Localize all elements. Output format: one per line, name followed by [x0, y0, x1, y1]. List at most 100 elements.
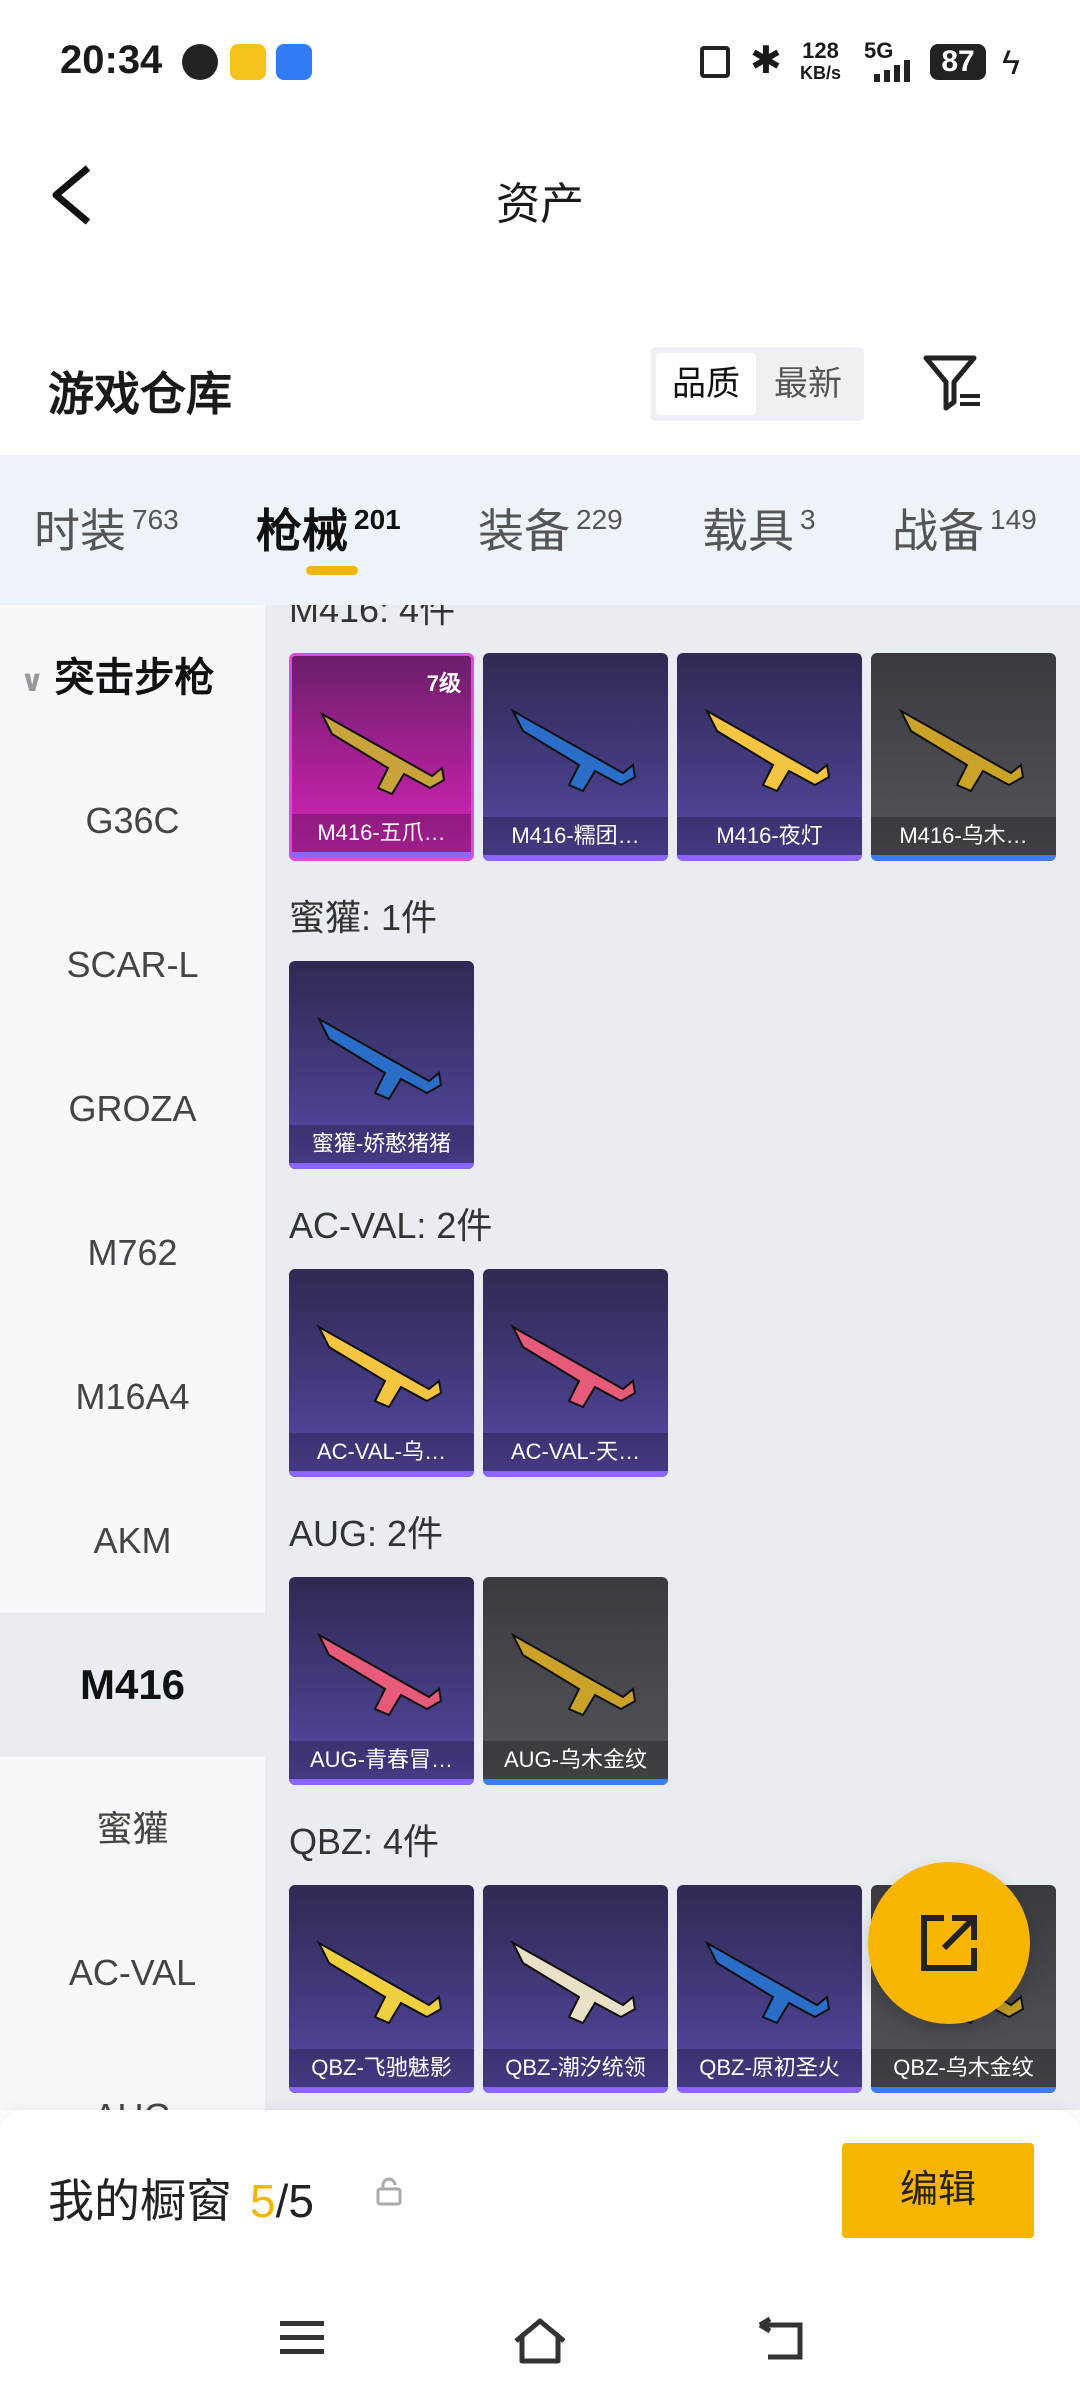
sort-latest-button[interactable]: 最新 — [758, 353, 858, 415]
rifle-icon — [510, 1324, 637, 1409]
weapon-name: QBZ-飞驰魅影 — [289, 2049, 474, 2087]
filter-icon[interactable] — [920, 350, 984, 414]
weapon-card[interactable]: M416-糯团… — [483, 653, 668, 861]
weapon-card[interactable]: AC-VAL-天… — [483, 1269, 668, 1477]
net-speed-unit: KB/s — [800, 63, 842, 83]
group-title: QBZ: 4件 — [289, 1821, 440, 1862]
tab-equipment[interactable]: 装备 229 — [478, 495, 623, 561]
rifle-icon — [704, 1940, 831, 2025]
group-title: AC-VAL: 2件 — [289, 1205, 493, 1246]
sidebar-item-groza[interactable]: GROZA — [0, 1037, 265, 1181]
sidebar-item-aug[interactable]: AUG — [0, 2045, 265, 2110]
weapon-card[interactable]: QBZ-飞驰魅影 — [289, 1885, 474, 2093]
weapon-name: QBZ-原初圣火 — [677, 2049, 862, 2087]
rarity-bar — [483, 1779, 668, 1785]
rarity-bar — [483, 2087, 668, 2093]
sidebar-item-m416[interactable]: M416 — [0, 1613, 265, 1757]
sidebar-item-akm[interactable]: AKM — [0, 1469, 265, 1613]
rifle-icon — [510, 1940, 637, 2025]
weapon-card[interactable]: QBZ-潮汐统领 — [483, 1885, 668, 2093]
page-title: 资产 — [496, 180, 584, 229]
sidebar-item-g36c[interactable]: G36C — [0, 749, 265, 893]
showcase-current: 5 — [250, 2175, 276, 2227]
home-icon[interactable] — [510, 2317, 570, 2365]
sidebar-item-ac-val[interactable]: AC-VAL — [0, 1901, 265, 2045]
weapon-card[interactable]: M416-夜灯 — [677, 653, 862, 861]
weapon-name: AC-VAL-乌… — [289, 1433, 474, 1471]
section-title: 游戏仓库 — [48, 368, 232, 420]
weapon-card[interactable]: AUG-青春冒… — [289, 1577, 474, 1785]
back-nav-icon[interactable] — [754, 2317, 806, 2361]
clock: 20:34 — [60, 38, 163, 82]
net-speed-value: 128 — [802, 38, 839, 63]
tab-vehicles[interactable]: 载具 3 — [702, 495, 816, 561]
weapon-card[interactable]: AC-VAL-乌… — [289, 1269, 474, 1477]
sort-quality-button[interactable]: 品质 — [656, 353, 756, 415]
signal-broadcast-icon — [276, 44, 312, 80]
share-fab[interactable] — [868, 1862, 1030, 2024]
lock-icon — [376, 2177, 402, 2206]
rarity-bar — [483, 855, 668, 861]
weapon-card[interactable]: AUG-乌木金纹 — [483, 1577, 668, 1785]
sidebar-item-m16a4[interactable]: M16A4 — [0, 1325, 265, 1469]
tab-supplies[interactable]: 战备 149 — [892, 495, 1037, 561]
weapon-name: QBZ-乌木金纹 — [871, 2049, 1056, 2087]
level-badge: 7级 — [426, 671, 461, 696]
weapon-name: M416-夜灯 — [677, 817, 862, 855]
battery-indicator: 87 — [930, 44, 986, 80]
status-bar: 20:34 ✱ 128 KB/s 5G 87 ϟ — [0, 0, 1080, 130]
chevron-down-icon: ∨ — [20, 665, 45, 698]
group-title: 蜜獾: 1件 — [289, 897, 438, 938]
rifle-icon — [316, 1016, 443, 1101]
sidebar-category[interactable]: ∨ 突击步枪 — [20, 645, 214, 703]
rarity-bar — [871, 2087, 1056, 2093]
weapon-name: QBZ-潮汐统领 — [483, 2049, 668, 2087]
rarity-bar — [289, 1163, 474, 1169]
category-tabs: 时装 763 枪械 201 装备 229 载具 3 战备 149 — [0, 455, 1080, 605]
weapon-card[interactable]: 蜜獾-娇憨猪猪 — [289, 961, 474, 1169]
rifle-icon — [316, 1324, 443, 1409]
sort-toggle: 品质 最新 — [650, 347, 864, 421]
weapon-card[interactable]: M416-乌木… — [871, 653, 1056, 861]
weapon-name: M416-糯团… — [483, 817, 668, 855]
showcase-total: /5 — [275, 2175, 314, 2227]
rarity-bar — [871, 855, 1056, 861]
weapon-name: AUG-乌木金纹 — [483, 1741, 668, 1779]
tab-fashion[interactable]: 时装 763 — [34, 495, 179, 561]
weapon-name: AUG-青春冒… — [289, 1741, 474, 1779]
rifle-icon — [704, 708, 831, 793]
rarity-bar — [289, 1779, 474, 1785]
menu-icon[interactable] — [278, 2317, 326, 2359]
rarity-bar — [289, 1471, 474, 1477]
bluetooth-icon: ✱ — [750, 40, 782, 82]
group-title: AUG: 2件 — [289, 1513, 444, 1554]
tab-indicator — [306, 566, 358, 575]
tab-firearms[interactable]: 枪械 201 — [256, 495, 401, 561]
rarity-bar — [483, 1471, 668, 1477]
rifle-icon — [510, 1632, 637, 1717]
net-speed: 128 KB/s — [800, 40, 841, 84]
rifle-icon — [319, 711, 446, 796]
vibrate-icon — [700, 46, 730, 78]
weapon-name: M416-五爪… — [292, 814, 471, 852]
system-nav-bar — [0, 2285, 1080, 2400]
showcase-title: 我的橱窗 — [48, 2175, 232, 2227]
weapon-card[interactable]: QBZ-原初圣火 — [677, 1885, 862, 2093]
weapon-name: AC-VAL-天… — [483, 1433, 668, 1471]
app-notification-icon — [230, 44, 266, 80]
rarity-bar — [289, 2087, 474, 2093]
signal-icon — [874, 60, 910, 82]
sidebar-item-scar-l[interactable]: SCAR-L — [0, 893, 265, 1037]
globe-icon — [182, 44, 218, 80]
rarity-bar — [677, 2087, 862, 2093]
rifle-icon — [510, 708, 637, 793]
edit-button[interactable]: 编辑 — [842, 2143, 1034, 2238]
weapon-name: 蜜獾-娇憨猪猪 — [289, 1125, 474, 1163]
rarity-bar — [677, 855, 862, 861]
sidebar-item-honey-badger[interactable]: 蜜獾 — [0, 1757, 265, 1901]
weapon-card[interactable]: 7级 M416-五爪… — [289, 653, 474, 861]
group-title: M416: 4件 — [289, 605, 456, 630]
sidebar-item-m762[interactable]: M762 — [0, 1181, 265, 1325]
showcase-label: 我的橱窗 5/5 — [48, 2165, 314, 2231]
rarity-bar — [292, 852, 471, 858]
